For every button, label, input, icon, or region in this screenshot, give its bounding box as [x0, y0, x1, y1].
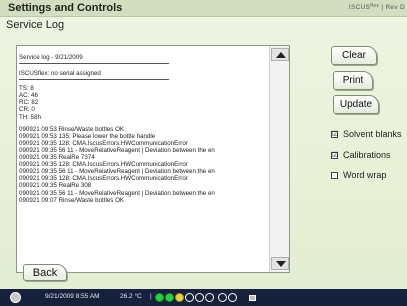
- log-entry: 090921 09:35 56 11 - MoveRelativeReagent…: [19, 189, 215, 197]
- log-entry: 090921 09:35 128: CMA.IscusErrors.HWComm…: [19, 175, 188, 183]
- calibrations-label: Calibrations: [343, 150, 391, 160]
- page-title: Settings and Controls: [8, 2, 123, 14]
- log-stat: AC: 46: [19, 92, 38, 100]
- brand-logo: ISCUSflex | Rev D: [348, 3, 405, 11]
- status-datetime: 9/21/2009 8:55 AM: [45, 293, 100, 300]
- status-indicator-icon: [165, 293, 174, 302]
- log-entry: 090921 09:35 128: CMA.IscusErrors.HWComm…: [19, 161, 188, 169]
- status-indicator-icon: [228, 293, 237, 302]
- status-temperature: 26.2 °C: [120, 293, 142, 300]
- service-log-panel[interactable]: Service log - 9/21/2009 ISCUSflex: no se…: [16, 45, 290, 273]
- log-entry: 090921 09:35 RealRe 7374: [19, 154, 95, 162]
- log-serial-line: ISCUSflex: no serial assigned: [19, 70, 169, 81]
- calibrations-checkbox[interactable]: ☑ Calibrations: [331, 150, 391, 160]
- log-entry: 090921 09:07 Rinse/Waste bottles OK: [19, 196, 125, 204]
- word-wrap-label: Word wrap: [343, 170, 387, 180]
- update-button[interactable]: Update: [333, 95, 379, 114]
- status-indicators: [155, 293, 238, 302]
- status-separator: |: [150, 293, 152, 300]
- checkbox-checked-icon: ☑: [331, 130, 339, 138]
- solvent-blanks-checkbox[interactable]: ☑ Solvent blanks: [331, 129, 402, 139]
- arrow-down-icon: [276, 261, 286, 267]
- log-stat: TH: 58h: [19, 113, 42, 121]
- status-indicator-icon: [205, 293, 214, 302]
- scroll-up-button[interactable]: [271, 48, 289, 61]
- solvent-blanks-label: Solvent blanks: [343, 129, 402, 139]
- log-entry: 090921 09:53 135: Please lower the bottl…: [19, 132, 156, 140]
- status-square-icon: [249, 295, 256, 301]
- arrow-up-icon: [276, 52, 286, 58]
- log-header-line: Service log - 9/21/2009: [19, 54, 169, 65]
- log-entry: 090921 09:35 56 11 - MoveRelativeReagent…: [19, 146, 215, 154]
- checkbox-checked-icon: ☑: [331, 151, 339, 159]
- status-indicator-icon: [218, 293, 227, 302]
- print-button[interactable]: Print: [333, 71, 373, 90]
- status-indicator-icon: [155, 293, 164, 302]
- section-title: Service Log: [6, 19, 65, 31]
- brand-suffix: | Rev D: [381, 4, 405, 11]
- title-bar: Settings and Controls ISCUSflex | Rev D: [0, 0, 407, 17]
- status-indicator-icon: [195, 293, 204, 302]
- status-bar: 9/21/2009 8:55 AM 26.2 °C |: [0, 289, 407, 306]
- log-stat: RC: 82: [19, 99, 39, 107]
- status-indicator-icon: [175, 293, 184, 302]
- log-entry: 090921 09:35 56 11 - MoveRelativeReagent…: [19, 168, 215, 176]
- log-stat: TS: 8: [19, 85, 34, 93]
- brand-name: ISCUS: [348, 4, 371, 11]
- log-scrollbar[interactable]: [269, 46, 289, 272]
- service-log-text: Service log - 9/21/2009 ISCUSflex: no se…: [19, 46, 271, 272]
- settings-window: Settings and Controls ISCUSflex | Rev D …: [0, 0, 407, 306]
- system-logo-icon[interactable]: [10, 292, 21, 303]
- back-button[interactable]: Back: [23, 264, 67, 281]
- word-wrap-checkbox[interactable]: Word wrap: [331, 170, 386, 180]
- brand-sup: flex: [370, 3, 380, 9]
- log-entry: 090921 09:35 128: CMA.IscusErrors.HWComm…: [19, 139, 188, 147]
- scroll-down-button[interactable]: [271, 257, 289, 270]
- log-stat: CR: 0: [19, 106, 35, 114]
- log-entry: 090921 09:35 RealRe 308: [19, 182, 92, 190]
- status-indicator-icon: [185, 293, 194, 302]
- checkbox-unchecked-icon: [331, 171, 338, 179]
- clear-button[interactable]: Clear: [331, 46, 377, 65]
- log-entry: 090921 09:53 Rinse/Waste bottles OK: [19, 125, 125, 133]
